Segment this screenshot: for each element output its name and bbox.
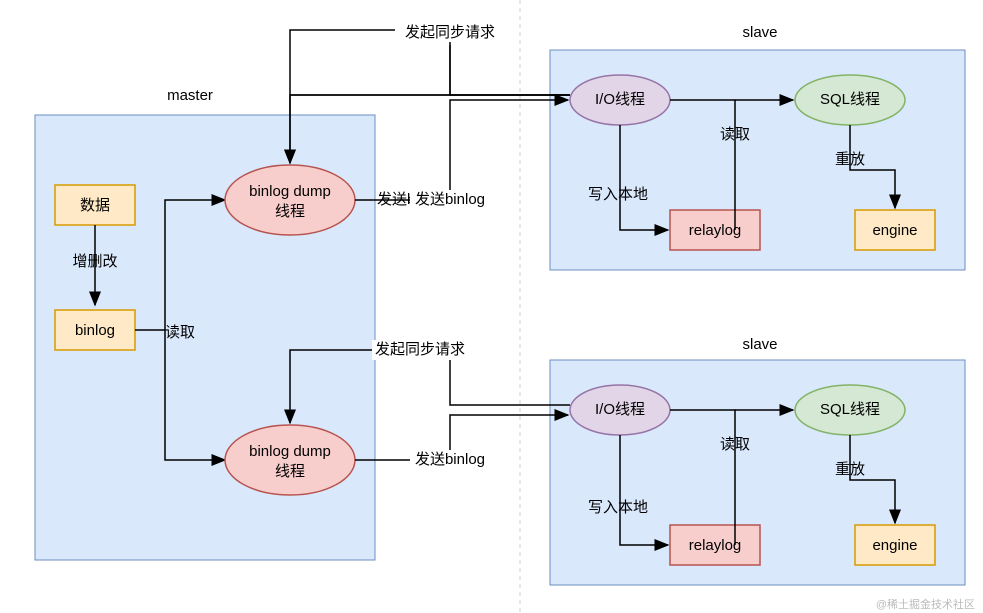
slave2-group: slave I/O线程 SQL线程 relaylog engine 写入本地 读… (550, 336, 965, 585)
slave1-group: slave I/O线程 SQL线程 relaylog engine 写入本地 读… (550, 24, 965, 270)
slave1-replay-label: 重放 (835, 151, 865, 168)
master-title: master (167, 87, 213, 104)
send-binlog-1-label-top: 发送binlog (415, 191, 485, 208)
binlog-dump-1-l1: binlog dump (249, 183, 331, 200)
diagram-canvas: master 数据 增删改 binlog 读取 binlog dump 线程 b… (0, 0, 983, 613)
send-binlog-1-arrow (355, 100, 568, 200)
slave2-io-thread-label: I/O线程 (595, 401, 645, 418)
send-binlog-2-label-top: 发送binlog (415, 451, 485, 468)
slave1-io-thread-label: I/O线程 (595, 91, 645, 108)
binlog-dump-1-l2: 线程 (275, 203, 305, 220)
crud-label: 增删改 (72, 253, 117, 270)
slave2-read-label: 读取 (720, 436, 750, 453)
slave2-title: slave (742, 336, 777, 353)
watermark: @稀土掘金技术社区 (876, 597, 975, 611)
slave1-engine-label: engine (872, 222, 917, 239)
read-label: 读取 (165, 324, 195, 341)
slave1-title: slave (742, 24, 777, 41)
slave1-read-label: 读取 (720, 126, 750, 143)
binlog-dump-1 (225, 165, 355, 235)
slave2-replay-label: 重放 (835, 461, 865, 478)
slave2-engine-label: engine (872, 537, 917, 554)
slave2-write-local-label: 写入本地 (588, 499, 648, 516)
sync-request-1-label-clean: 发起同步请求 (405, 24, 495, 41)
slave2-sql-thread-label: SQL线程 (820, 401, 880, 418)
slave1-sql-thread-label: SQL线程 (820, 91, 880, 108)
binlog-box-label: binlog (75, 322, 115, 339)
binlog-dump-2-l1: binlog dump (249, 443, 331, 460)
slave2-relaylog-label: relaylog (689, 537, 742, 554)
slave1-write-local-label: 写入本地 (588, 186, 648, 203)
binlog-dump-2 (225, 425, 355, 495)
master-group: master 数据 增删改 binlog 读取 binlog dump 线程 b… (35, 87, 375, 560)
data-box-label: 数据 (80, 197, 110, 214)
slave1-relaylog-label: relaylog (689, 222, 742, 239)
sync-request-2-label-top: 发起同步请求 (375, 341, 465, 358)
binlog-dump-2-l2: 线程 (275, 463, 305, 480)
